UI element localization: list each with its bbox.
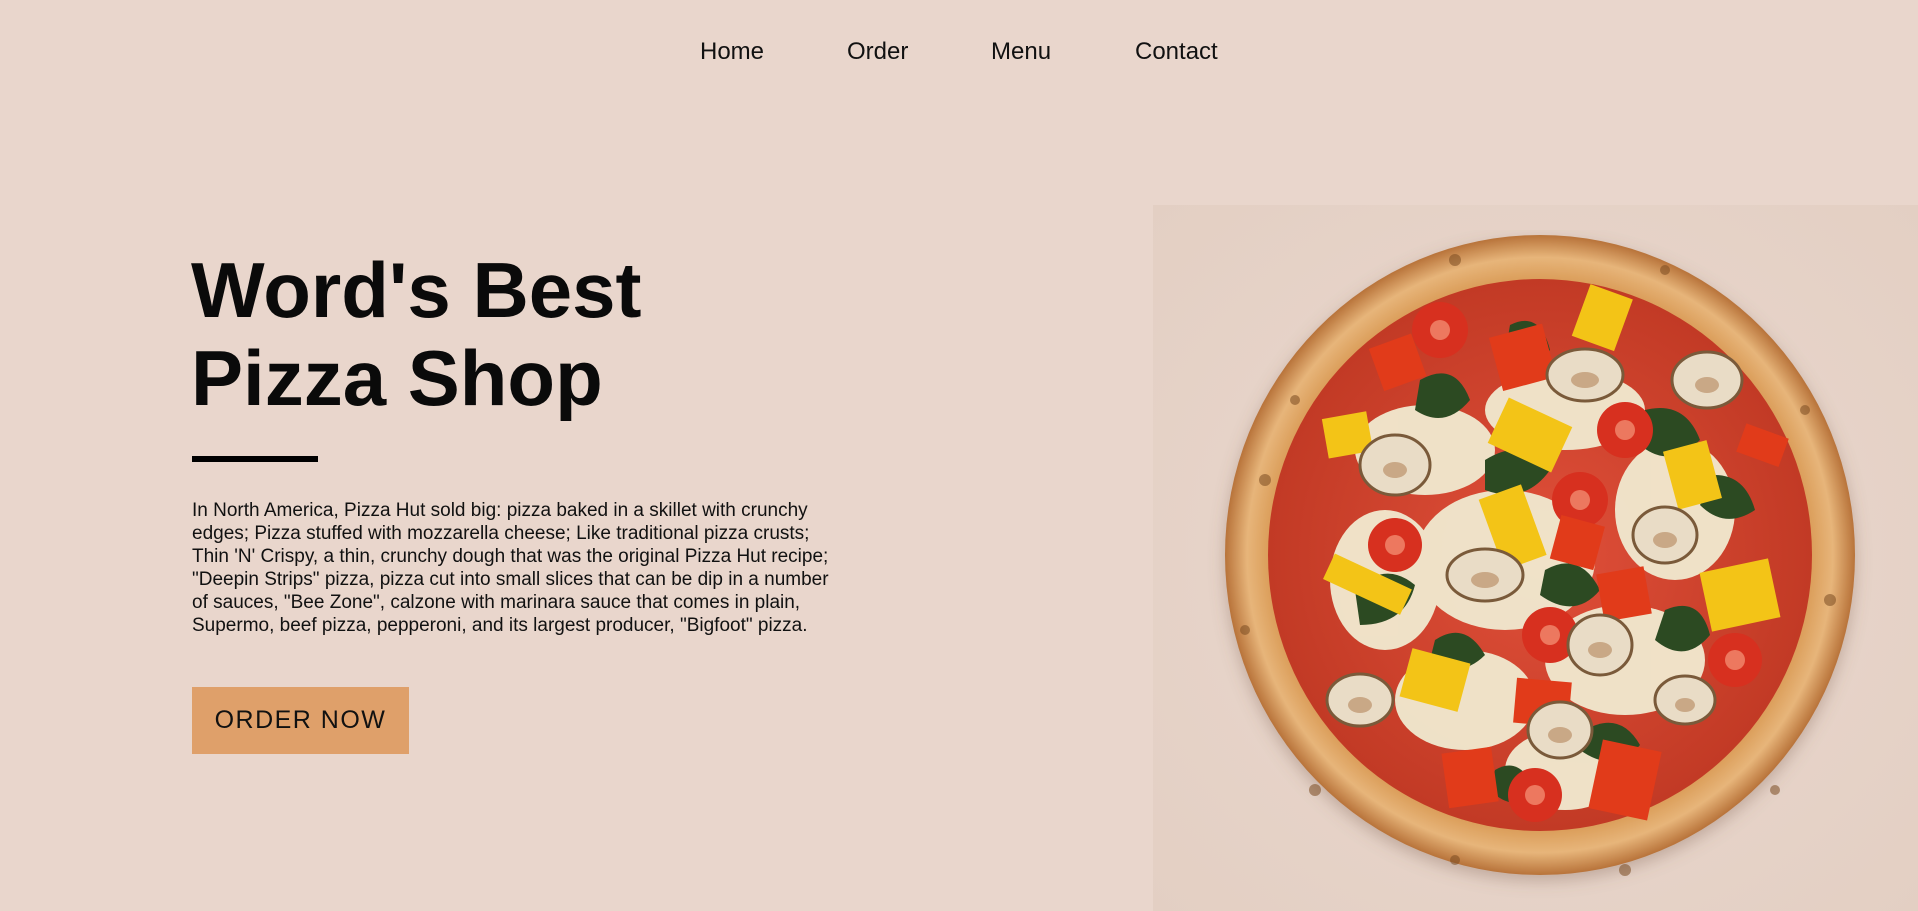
nav-link-order[interactable]: Order	[847, 38, 908, 66]
hero-description: In North America, Pizza Hut sold big: pi…	[192, 500, 829, 636]
order-now-button[interactable]: ORDER NOW	[192, 687, 409, 754]
nav-link-menu[interactable]: Menu	[991, 38, 1051, 66]
nav-link-home[interactable]: Home	[700, 38, 764, 66]
hero-title-line-2: Pizza Shop	[191, 334, 603, 422]
pizza-image	[1225, 235, 1855, 876]
title-divider	[192, 456, 318, 462]
main-navigation: Home Order Menu Contact	[0, 0, 1918, 104]
nav-link-contact[interactable]: Contact	[1135, 38, 1218, 66]
hero-title-line-1: Word's Best	[191, 246, 642, 334]
hero-title: Word's Best Pizza Shop	[191, 246, 751, 422]
